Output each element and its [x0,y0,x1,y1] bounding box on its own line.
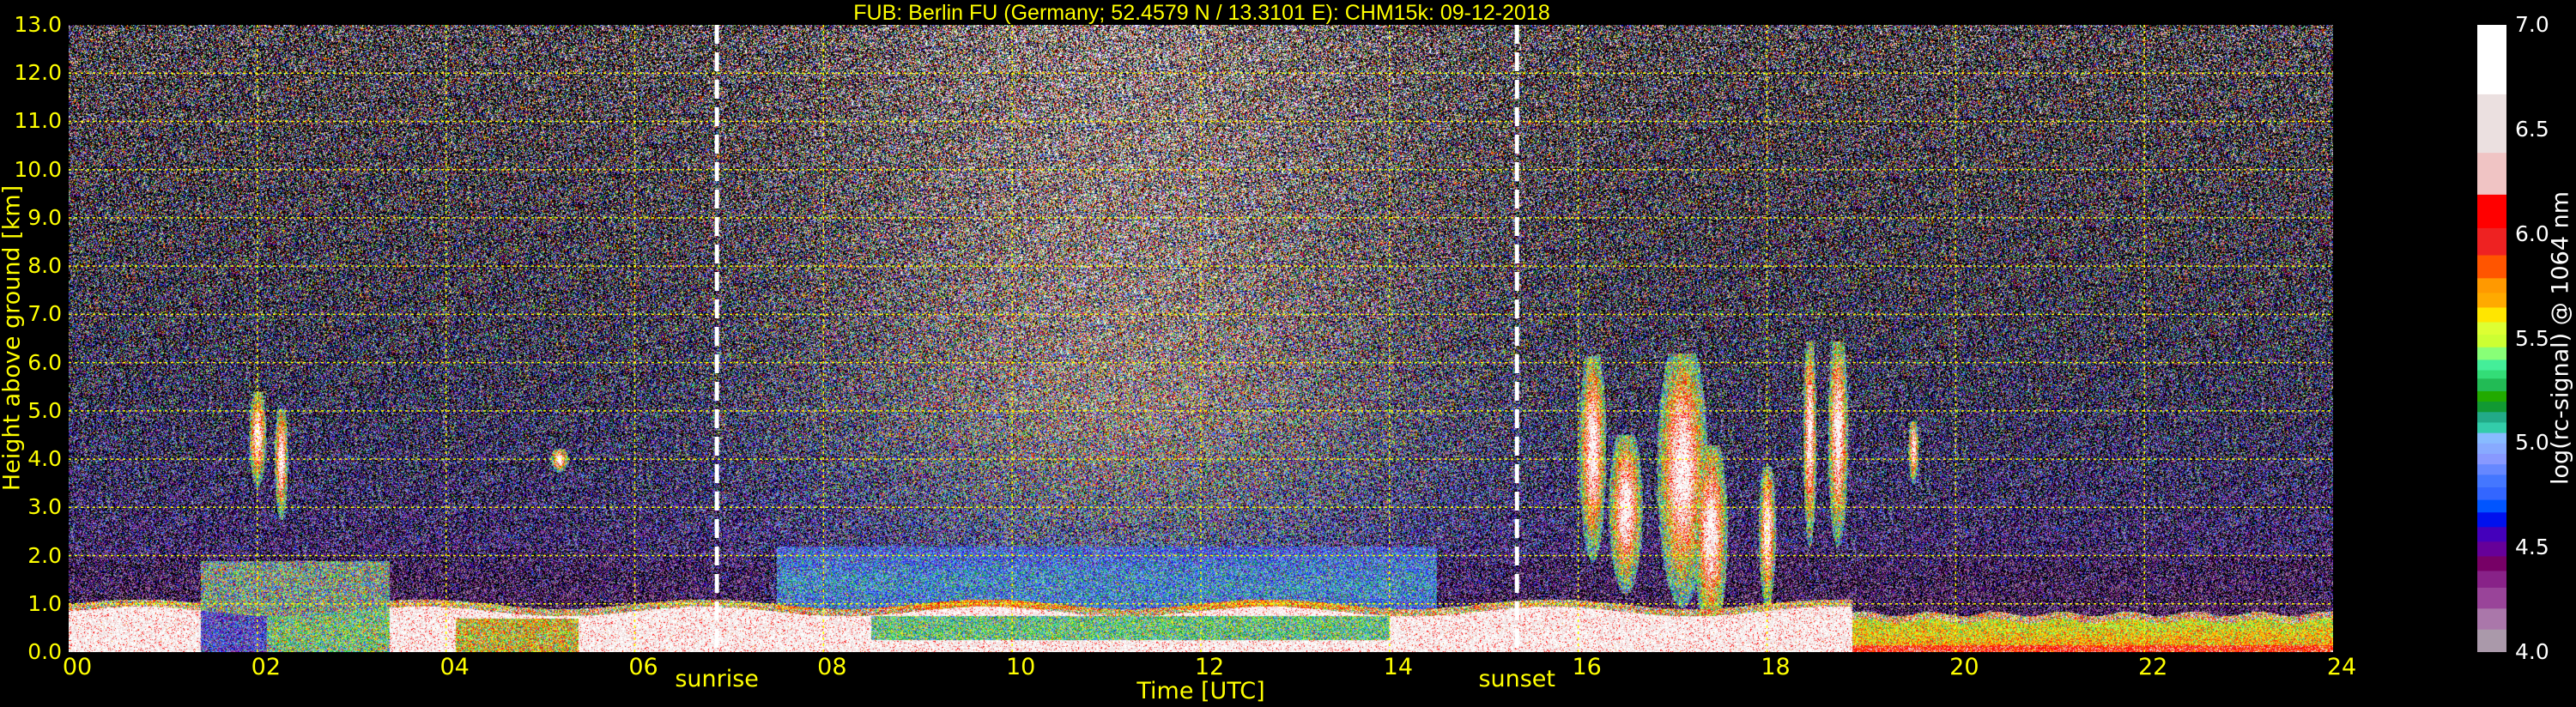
x-tick-label: 06 [628,654,658,680]
x-tick-label: 24 [2326,654,2357,680]
colorbar-segment [2477,474,2506,488]
colorbar-tick-label: 6.0 [2515,221,2549,246]
grid-overlay [69,25,2333,652]
colorbar-segment [2477,587,2506,609]
colorbar-segment [2477,378,2506,391]
colorbar-segment [2477,347,2506,360]
colorbar-segment [2477,570,2506,588]
colorbar-segment [2477,607,2506,630]
y-tick-label: 1.0 [27,590,62,616]
sunrise-label: sunrise [675,666,759,692]
x-tick-label: 00 [62,654,93,680]
plot-area [69,25,2333,652]
colorbar-segment [2477,629,2506,652]
x-tick-label: 18 [1761,654,1791,680]
colorbar-segment [2477,432,2506,444]
x-tick-label: 08 [817,654,847,680]
colorbar-segment [2477,463,2506,475]
x-tick-label: 20 [1949,654,1979,680]
colorbar-segment [2477,334,2506,347]
y-tick-label: 10.0 [14,156,62,182]
colorbar-segment [2477,194,2506,228]
y-tick-label: 11.0 [14,108,62,134]
colorbar-segment [2477,541,2506,557]
colorbar-tick-label: 7.0 [2515,12,2549,37]
colorbar-segment [2477,499,2506,513]
x-tick-label: 04 [439,654,470,680]
y-tick-label: 13.0 [14,12,62,37]
colorbar-tick-label: 4.0 [2515,639,2549,664]
colorbar-tick-label: 5.5 [2515,325,2549,351]
colorbar-segment [2477,359,2506,371]
colorbar-segment [2477,277,2506,293]
colorbar-segment [2477,370,2506,379]
x-tick-label: 12 [1194,654,1225,680]
colorbar-segment [2477,421,2506,433]
x-axis-label: Time [UTC] [1136,678,1265,704]
colorbar-segment [2477,25,2506,94]
colorbar-segment [2477,322,2506,335]
chart-title: FUB: Berlin FU (Germany; 52.4579 N / 13.… [853,1,1550,25]
colorbar-label: log(rc-signal) @ 1064 nm [2547,190,2574,486]
sunset-label: sunset [1478,666,1555,692]
colorbar-segment [2477,227,2506,256]
colorbar-segment [2477,555,2506,571]
colorbar-tick-label: 5.0 [2515,430,2549,456]
colorbar [2477,25,2506,652]
colorbar-segment [2477,152,2506,195]
x-tick-label: 22 [2137,654,2168,680]
x-tick-label: 16 [1572,654,1602,680]
x-tick-label: 14 [1383,654,1414,680]
y-tick-label: 12.0 [14,60,62,86]
x-tick-label: 02 [251,654,282,680]
colorbar-segment [2477,255,2506,279]
colorbar-segment [2477,401,2506,413]
x-tick-label: 10 [1005,654,1036,680]
colorbar-segment [2477,453,2506,465]
colorbar-tick-label: 4.5 [2515,535,2549,560]
y-tick-label: 3.0 [27,494,62,520]
colorbar-segment [2477,526,2506,542]
colorbar-segment [2477,94,2506,154]
colorbar-tick-label: 6.5 [2515,116,2549,142]
colorbar-segment [2477,511,2506,528]
colorbar-segment [2477,390,2506,402]
colorbar-segment [2477,443,2506,455]
colorbar-segment [2477,306,2506,323]
colorbar-segment [2477,486,2506,500]
colorbar-segment [2477,292,2506,308]
colorbar-segment [2477,411,2506,423]
y-tick-label: 2.0 [27,542,62,568]
y-tick-label: 0.0 [27,639,62,664]
y-axis-label: Height above ground [km] [0,184,26,492]
